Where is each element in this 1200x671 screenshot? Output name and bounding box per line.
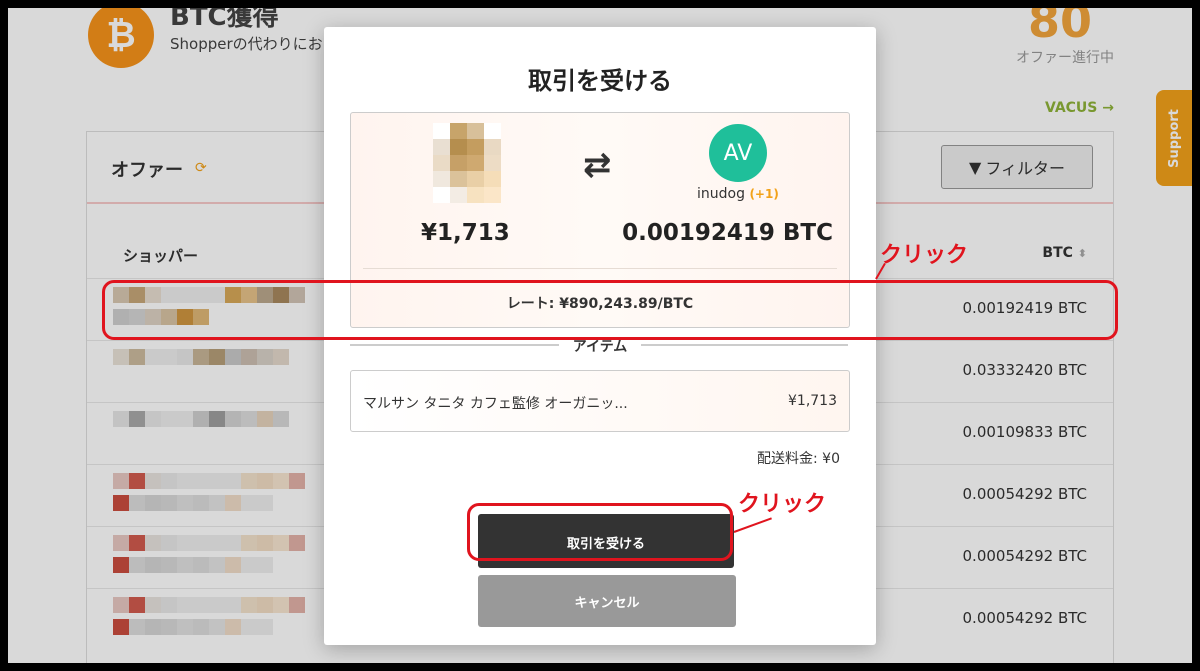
- click-annotation-1: クリック: [880, 243, 969, 268]
- screen: ₿ BTC獲得 Shopperの代わりにお 80 オファー進行中 VACUS →…: [8, 8, 1192, 663]
- btc-amount: 0.00192419 BTC: [622, 220, 833, 246]
- highlight-ring-accept: [467, 503, 733, 561]
- swap-arrows-icon: ⇄: [583, 145, 612, 185]
- avatar: AV: [709, 124, 767, 182]
- cancel-button[interactable]: キャンセル: [478, 575, 736, 627]
- buyer-rating: (+1): [749, 187, 779, 201]
- jpy-amount: ¥1,713: [421, 220, 510, 246]
- click-annotation-2: クリック: [738, 492, 827, 517]
- buyer-name-text: inudog: [697, 186, 745, 202]
- buyer-name: inudog (+1): [697, 186, 779, 202]
- shipping-fee: 配送料金: ¥0: [757, 451, 840, 467]
- item-name: マルサン タニタ カフェ監修 オーガニッ...: [363, 396, 628, 412]
- items-label: アイテム: [558, 339, 642, 355]
- divider: [363, 268, 837, 269]
- modal-title: 取引を受ける: [528, 67, 672, 95]
- item-row: マルサン タニタ カフェ監修 オーガニッ... ¥1,713: [350, 370, 850, 432]
- shopper-avatar-blurred: [433, 123, 501, 203]
- item-price: ¥1,713: [788, 393, 837, 409]
- highlight-ring-row: [102, 280, 1118, 340]
